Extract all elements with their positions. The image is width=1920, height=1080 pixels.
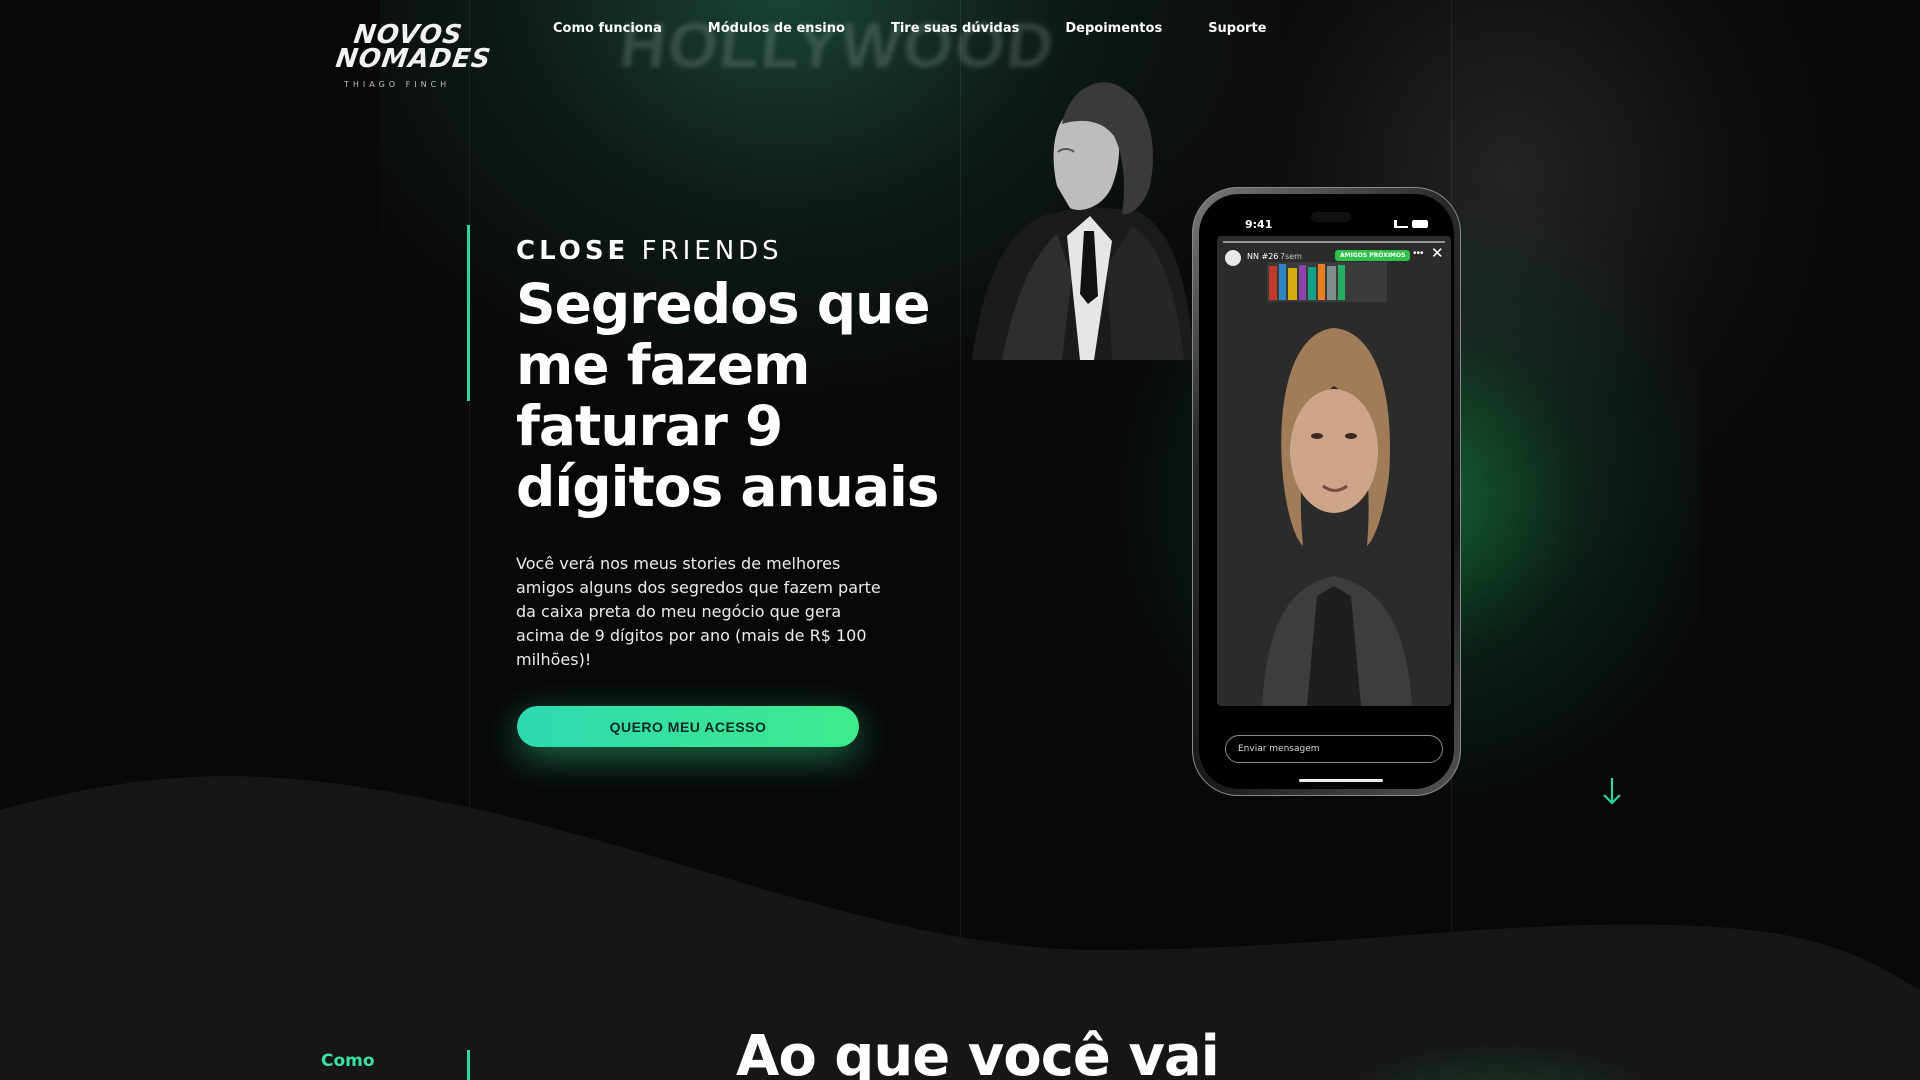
close-friends-badge: AMIGOS PRÓXIMOS [1335,250,1411,261]
story-video[interactable]: NN #26 7sem AMIGOS PRÓXIMOS ••• ✕ [1217,236,1451,706]
more-icon[interactable]: ••• [1413,248,1424,259]
story-timestamp: 7sem [1280,252,1302,261]
section-side-label[interactable]: Como [321,1051,375,1071]
phone-screen: 9:41 NN #26 7sem AMIGOS PRÓXIMOS ••• ✕ E… [1199,194,1454,789]
phone-mockup: 9:41 NN #26 7sem AMIGOS PRÓXIMOS ••• ✕ E… [1192,187,1461,796]
brand-logo[interactable]: NOVOS NOMADES THIAGO FINCH [334,20,493,92]
hero-title: Segredos que me fazem faturar 9 dígitos … [516,272,940,519]
section-accent-bar [467,1050,470,1080]
home-indicator [1299,779,1383,782]
accent-bar [467,225,470,401]
hero-eyebrow: CLOSE FRIENDS [516,236,783,266]
phone-time: 9:41 [1245,218,1273,231]
nav-link-como-funciona[interactable]: Como funciona [553,21,662,36]
section-title: Ao que você vai [736,1024,1220,1080]
nav-link-depoimentos[interactable]: Depoimentos [1065,21,1162,36]
close-icon[interactable]: ✕ [1431,244,1444,262]
signal-icon [1394,220,1408,228]
logo-text: NOMADES [333,44,494,74]
phone-camera [1311,212,1351,222]
story-frame [1217,236,1451,706]
battery-icon [1412,220,1428,228]
hero-description: Você verá nos meus stories de melhores a… [516,554,881,669]
cta-button[interactable]: QUERO MEU ACESSO [517,706,859,747]
logo-subtitle: THIAGO FINCH [344,80,451,89]
story-username: NN #26 [1247,252,1279,261]
story-avatar[interactable] [1225,250,1241,266]
bottom-glow [1320,1040,1680,1080]
eyebrow-bold: CLOSE [516,236,630,266]
nav-link-modulos[interactable]: Módulos de ensino [708,21,845,36]
message-input[interactable]: Enviar mensagem [1225,735,1443,763]
main-nav: Como funciona Módulos de ensino Tire sua… [553,21,1266,36]
status-icons [1394,220,1428,228]
nav-link-duvidas[interactable]: Tire suas dúvidas [891,21,1019,36]
landing-page: HOLLYWOOD NOVOS NOMADES THIAGO FINCH Com… [0,0,1920,1080]
arrow-down-icon[interactable] [1600,776,1624,806]
nav-link-suporte[interactable]: Suporte [1208,21,1266,36]
eyebrow-light: FRIENDS [641,236,783,266]
story-progress-bar [1223,241,1445,243]
thiago-photo [972,82,1194,360]
